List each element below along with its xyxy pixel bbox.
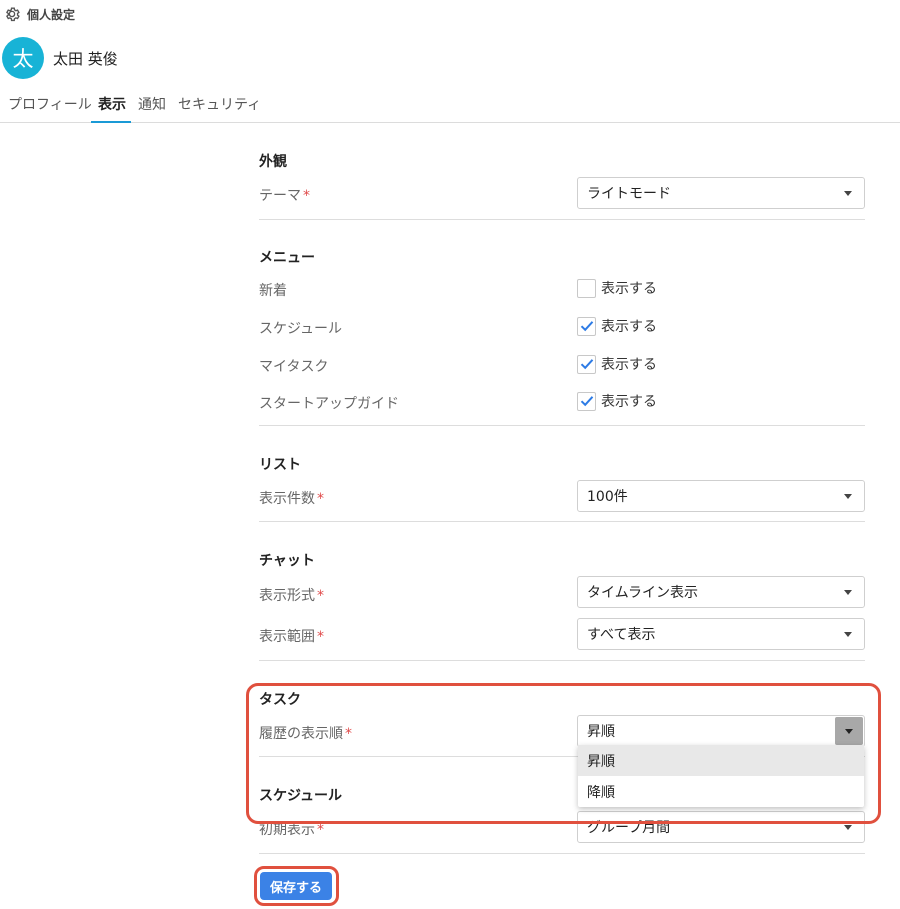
chat-format-select-value: タイムライン表示 <box>587 585 699 601</box>
dropdown-toggle[interactable] <box>835 717 863 745</box>
checkbox-label: 表示する <box>601 394 657 410</box>
task-history-dropdown: 昇順 降順 <box>578 745 864 807</box>
menu-item-label-startup-guide: スタートアップガイド <box>259 396 399 412</box>
checkbox-box[interactable] <box>577 354 596 374</box>
section-title-appearance: 外観 <box>259 154 287 170</box>
save-button[interactable]: 保存する <box>260 872 332 900</box>
list-count-select[interactable]: 100件 <box>577 480 865 512</box>
tab-bar: プロフィール 表示 通知 セキュリティ <box>0 92 900 123</box>
chevron-down-icon <box>845 729 853 734</box>
chat-format-select[interactable]: タイムライン表示 <box>577 576 865 608</box>
task-history-label: 履歴の表示順 * <box>259 726 352 742</box>
chevron-down-icon <box>844 590 852 595</box>
avatar: 太 <box>2 37 44 79</box>
check-icon <box>580 359 593 370</box>
divider <box>259 425 865 426</box>
checkbox-startup-guide[interactable]: 表示する <box>577 391 657 411</box>
theme-select[interactable]: ライトモード <box>577 177 865 209</box>
section-title-schedule: スケジュール <box>259 788 343 804</box>
page-title: 個人設定 <box>27 7 76 22</box>
chat-format-label: 表示形式 * <box>259 588 324 604</box>
chat-range-label: 表示範囲 * <box>259 629 324 645</box>
checkbox-box[interactable] <box>577 391 596 411</box>
section-title-task: タスク <box>259 692 301 708</box>
checkbox-label: 表示する <box>601 357 657 373</box>
checkbox-mytask[interactable]: 表示する <box>577 354 657 374</box>
divider <box>259 660 865 661</box>
chat-range-select-value: すべて表示 <box>587 627 656 643</box>
tab-notifications[interactable]: 通知 <box>138 94 166 122</box>
checkbox-box[interactable] <box>577 278 596 298</box>
dropdown-option-descending[interactable]: 降順 <box>578 776 864 807</box>
divider <box>259 521 865 522</box>
active-tab-indicator <box>91 121 131 123</box>
chevron-down-icon <box>844 825 852 830</box>
task-history-select-value: 昇順 <box>587 724 615 740</box>
schedule-initial-select-value: グループ月間 <box>587 820 671 836</box>
chat-range-select[interactable]: すべて表示 <box>577 618 865 650</box>
dropdown-option-ascending[interactable]: 昇順 <box>578 745 864 776</box>
checkbox-box[interactable] <box>577 316 596 336</box>
schedule-initial-select[interactable]: グループ月間 <box>577 811 865 843</box>
divider <box>259 853 865 854</box>
tab-profile[interactable]: プロフィール <box>8 94 92 122</box>
checkbox-label: 表示する <box>601 319 657 335</box>
section-title-list: リスト <box>259 457 301 473</box>
theme-select-value: ライトモード <box>587 186 671 202</box>
chevron-down-icon <box>844 632 852 637</box>
user-name: 太田 英俊 <box>53 49 118 68</box>
checkbox-label: 表示する <box>601 281 657 297</box>
section-title-menu: メニュー <box>259 250 315 266</box>
user-info: 太 太田 英俊 <box>2 37 118 79</box>
theme-label: テーマ * <box>259 188 310 204</box>
section-title-chat: チャット <box>259 553 315 569</box>
list-count-label: 表示件数 * <box>259 491 324 507</box>
divider <box>259 219 865 220</box>
check-icon <box>580 321 593 332</box>
chevron-down-icon <box>844 494 852 499</box>
check-icon <box>580 396 593 407</box>
menu-item-label-mytask: マイタスク <box>259 359 329 375</box>
page-header: 個人設定 <box>3 4 75 24</box>
gear-icon <box>3 5 21 23</box>
menu-item-label-new: 新着 <box>259 283 287 299</box>
checkbox-schedule[interactable]: 表示する <box>577 316 657 336</box>
menu-item-label-schedule: スケジュール <box>259 321 343 337</box>
schedule-initial-label: 初期表示 * <box>259 822 324 838</box>
checkbox-new[interactable]: 表示する <box>577 278 657 298</box>
chevron-down-icon <box>844 191 852 196</box>
list-count-select-value: 100件 <box>587 489 628 505</box>
tab-display[interactable]: 表示 <box>98 94 126 122</box>
tab-security[interactable]: セキュリティ <box>178 94 261 122</box>
task-history-select[interactable]: 昇順 <box>577 715 865 747</box>
